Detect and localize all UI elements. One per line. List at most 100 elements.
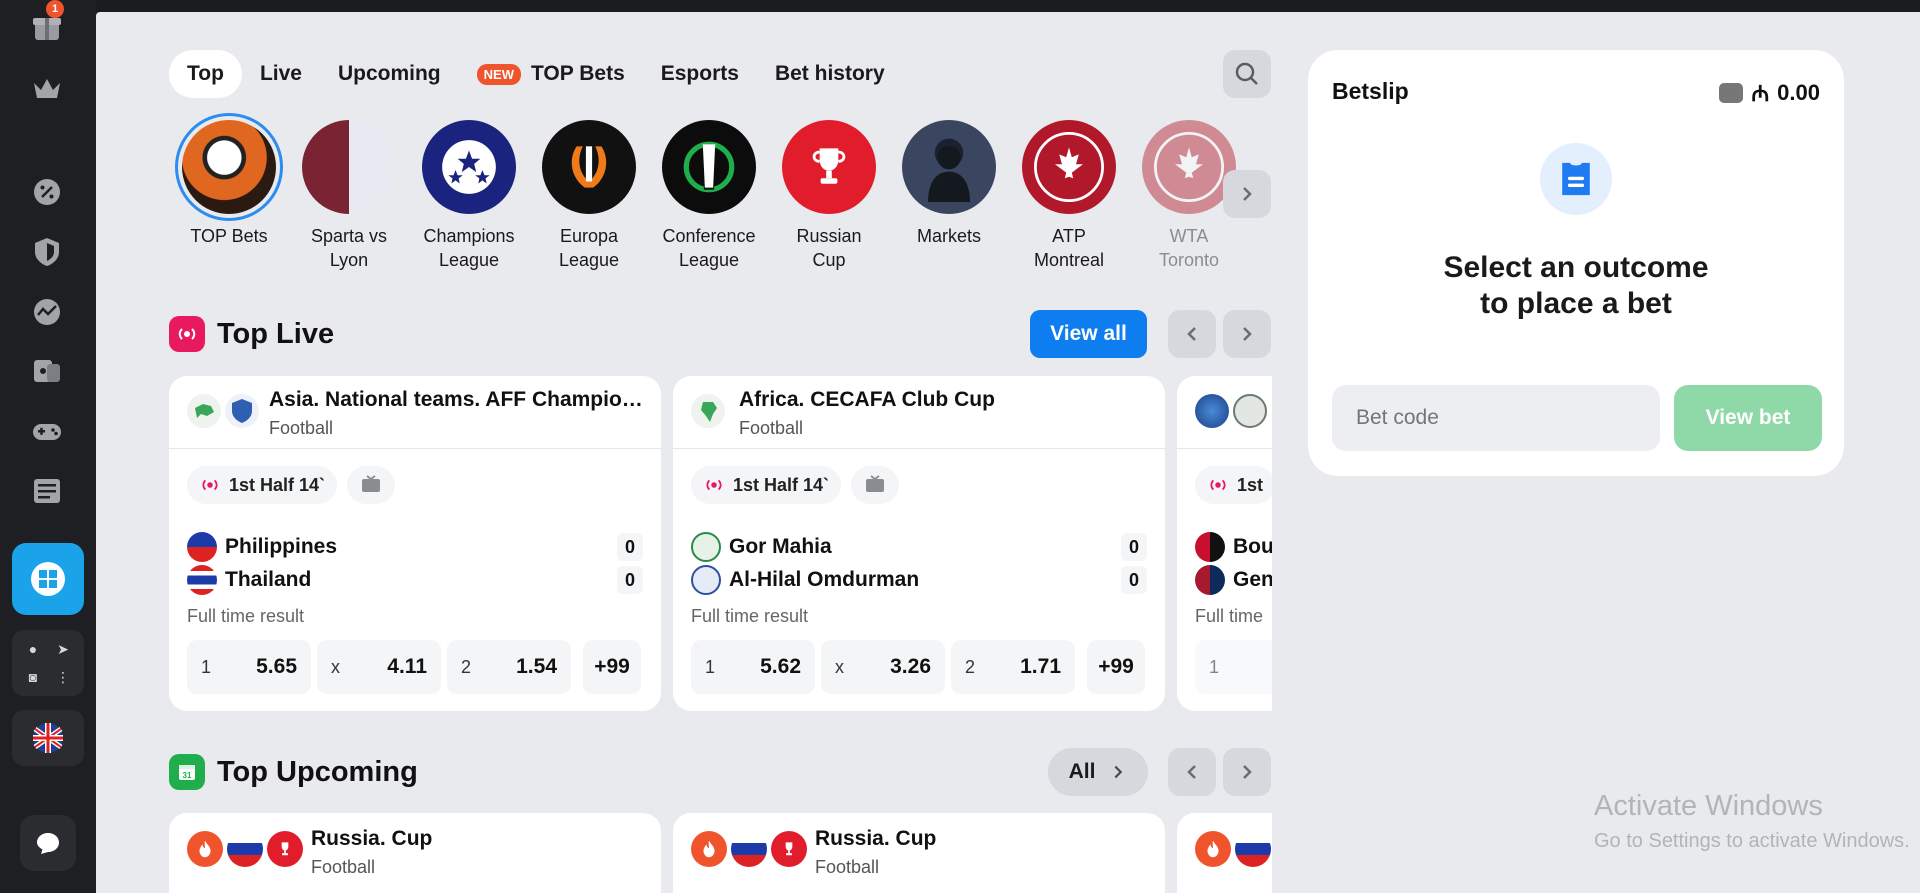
whatsapp-icon[interactable]: ● [24,640,42,658]
tv-icon[interactable] [851,466,899,504]
chat-button[interactable] [20,815,76,871]
chevron-left-icon [1187,327,1196,341]
genoa-logo [1195,565,1225,595]
story-image [782,120,876,214]
telegram-icon[interactable]: ➤ [54,640,72,658]
story-champions-league[interactable]: Champions League [409,120,529,272]
team-home: Gor Mahia [691,532,832,562]
shield-icon[interactable] [28,233,66,271]
odds-row: 1 5.65 x 4.11 2 1.54 +99 [187,640,641,694]
tab-live[interactable]: Live [242,50,320,98]
betslip-message-line2: to place a bet [1480,287,1672,320]
aff-shield-icon [225,394,259,428]
gor-mahia-logo [691,532,721,562]
stories-next-button[interactable] [1223,170,1271,218]
story-conference-league[interactable]: Conference League [649,120,769,272]
market-name: Full time [1195,606,1264,626]
russia-flag-icon [1235,831,1271,867]
search-button[interactable] [1223,50,1271,98]
more-markets-button[interactable]: +99 [583,640,641,694]
odd-home[interactable]: 1 5.62 [691,640,815,694]
story-atp-montreal[interactable]: ATP Montreal [1009,120,1129,272]
top-live-title: Top Live [217,317,335,350]
asia-map-icon [187,394,221,428]
odds-row: 1 [1195,640,1272,694]
currency-icon: ₼ [1751,81,1770,106]
live-prev-button[interactable] [1168,310,1216,358]
tennis-canada-logo [1034,132,1104,202]
live-event-card[interactable]: 1st Bou Gen Full time 1 [1177,376,1272,711]
al-hilal-logo [691,565,721,595]
more-icon[interactable]: ⋮ [54,668,72,686]
odd-draw[interactable]: x 4.11 [317,640,441,694]
results-icon[interactable] [28,472,66,510]
wallet-icon [1719,83,1744,103]
odd-home[interactable]: 1 [1195,640,1272,694]
top-upcoming-title: Top Upcoming [217,755,418,788]
story-image [422,120,516,214]
windows-app-button[interactable] [12,543,84,615]
russia-flag-icon [731,831,767,867]
view-bet-button[interactable]: View bet [1674,385,1822,451]
upcoming-event-card[interactable]: Russia. Cup Football [169,813,661,893]
card-header [1177,376,1272,449]
tab-top[interactable]: Top [169,50,242,98]
live-next-button[interactable] [1223,310,1271,358]
live-event-card[interactable]: Africa. CECAFA Club Cup Football 1st Hal… [673,376,1165,711]
balance[interactable]: ₼ 0.00 [1719,78,1820,108]
story-image [1022,120,1116,214]
tab-top-bets[interactable]: NEW TOP Bets [459,50,643,98]
live-period-badge: 1st Half 14` [691,466,842,504]
odd-away[interactable]: 2 1.54 [447,640,571,694]
story-russian-cup[interactable]: Russian Cup [769,120,889,272]
bet-code-input[interactable] [1332,385,1660,451]
upcoming-event-card[interactable]: Russia. Cup Football [673,813,1165,893]
activate-windows-title: Activate Windows [1594,790,1823,822]
view-all-button[interactable]: View all [1030,310,1147,358]
league-name: Russia. Cup [311,827,433,850]
upcoming-prev-button[interactable] [1168,748,1216,796]
live-event-card[interactable]: Asia. National teams. AFF Championship F… [169,376,661,711]
main-area: Top Live Upcoming NEW TOP Bets Esports B… [96,12,1920,893]
top-nav: Top Live Upcoming NEW TOP Bets Esports B… [169,50,903,98]
story-sparta-vs-lyon[interactable]: Sparta vs Lyon [289,120,409,272]
story-top-bets[interactable]: TOP Bets [169,113,289,248]
tab-esports[interactable]: Esports [643,50,757,98]
odd-home[interactable]: 1 5.65 [187,640,311,694]
top-live-header: Top Live [169,316,334,352]
tab-bet-history[interactable]: Bet history [757,50,903,98]
betslip-title: Betslip [1332,78,1409,104]
more-markets-button[interactable]: +99 [1087,640,1145,694]
globe-icon [1195,394,1229,428]
social-links: ● ➤ ◙ ⋮ [12,630,84,696]
live-broadcast-icon [169,316,205,352]
league-logo [1233,394,1267,428]
betslip-message-line1: Select an outcome [1443,251,1709,284]
story-markets[interactable]: Markets [889,120,1009,248]
gamepad-icon[interactable] [28,412,66,450]
league-name: Russia. Cup [815,827,937,850]
chevron-left-icon [1187,765,1196,779]
story-image [1142,120,1236,214]
odd-draw[interactable]: x 3.26 [821,640,945,694]
chevron-right-icon [1114,765,1123,779]
upcoming-event-card[interactable] [1177,813,1272,893]
live-icon [706,479,722,491]
tab-upcoming[interactable]: Upcoming [320,50,459,98]
chevron-right-icon [1243,327,1252,341]
odd-away[interactable]: 2 1.71 [951,640,1075,694]
casino-icon[interactable] [28,352,66,390]
activate-windows-subtitle: Go to Settings to activate Windows. [1594,830,1910,852]
all-upcoming-button[interactable]: All [1048,748,1148,796]
language-selector[interactable] [12,710,84,766]
discount-icon[interactable] [28,173,66,211]
team-away: Gen [1195,565,1272,595]
live-icon [202,479,218,491]
upcoming-next-button[interactable] [1223,748,1271,796]
stats-icon[interactable] [28,293,66,331]
story-europa-league[interactable]: Europa League [529,120,649,272]
market-name: Full time result [691,606,809,626]
crown-icon[interactable] [28,70,66,108]
tv-icon[interactable] [347,466,395,504]
instagram-icon[interactable]: ◙ [24,668,42,686]
